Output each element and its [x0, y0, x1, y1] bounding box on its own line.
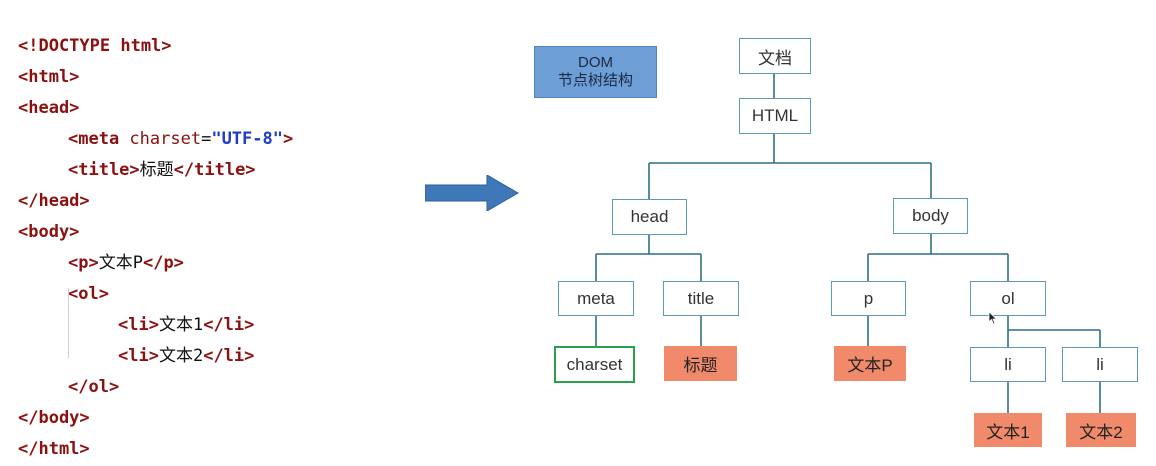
- node-document: 文档: [739, 38, 811, 74]
- node-p-text: 文本P: [834, 346, 906, 381]
- node-title-text: 标题: [664, 346, 737, 381]
- node-li-2-text: 文本2: [1066, 413, 1136, 447]
- node-li-1: li: [970, 347, 1046, 382]
- node-p: p: [831, 281, 906, 316]
- node-meta: meta: [558, 281, 634, 316]
- dom-tree-connectors: [595, 73, 1101, 413]
- node-title: title: [663, 281, 739, 316]
- node-body: body: [893, 198, 968, 234]
- mouse-cursor-icon: [988, 311, 998, 325]
- node-charset: charset: [554, 346, 635, 383]
- node-html: HTML: [739, 98, 811, 134]
- node-li-1-text: 文本1: [974, 413, 1042, 447]
- node-head: head: [612, 199, 687, 235]
- node-ol: ol: [970, 281, 1046, 316]
- node-li-2: li: [1062, 347, 1138, 382]
